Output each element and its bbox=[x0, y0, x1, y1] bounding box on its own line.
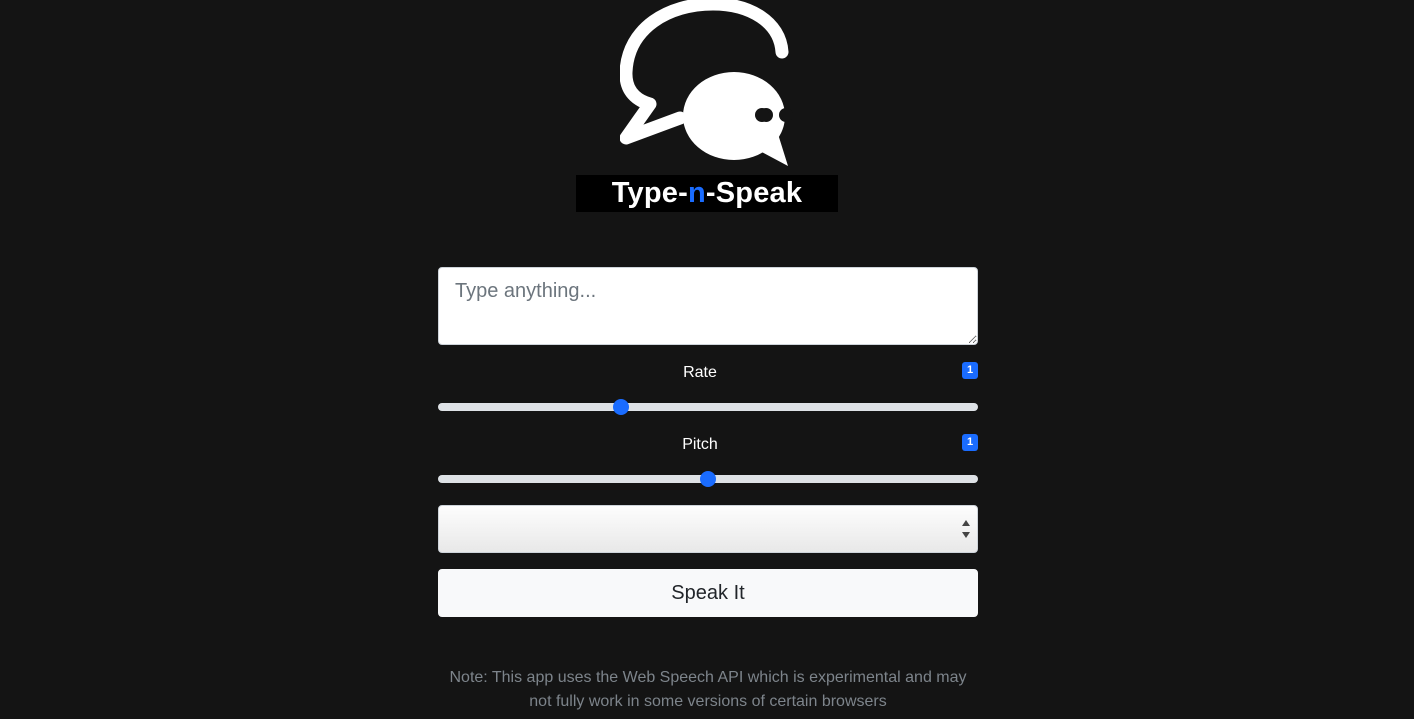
speech-bubbles-icon bbox=[620, 0, 793, 166]
browser-support-note: Note: This app uses the Web Speech API w… bbox=[449, 669, 967, 710]
voice-select[interactable] bbox=[438, 505, 978, 553]
pitch-slider-thumb[interactable] bbox=[700, 471, 716, 487]
pitch-slider[interactable] bbox=[438, 471, 978, 487]
app-title-accent: n bbox=[687, 177, 706, 209]
app-logo: Type-n-Speak bbox=[576, 0, 838, 212]
rate-slider[interactable] bbox=[438, 399, 978, 415]
speak-button[interactable]: Speak It bbox=[438, 569, 978, 617]
app-title: Type-n-Speak bbox=[576, 175, 838, 212]
pitch-value-badge: 1 bbox=[962, 434, 978, 451]
select-arrows-icon bbox=[962, 520, 970, 538]
app-title-prefix: Type- bbox=[611, 177, 688, 209]
speech-form: Rate 1 Pitch 1 Speak It bbox=[438, 267, 978, 617]
pitch-label: Pitch bbox=[682, 436, 718, 453]
app-title-suffix: -Speak bbox=[705, 177, 803, 209]
rate-slider-thumb[interactable] bbox=[612, 399, 629, 415]
rate-label: Rate bbox=[683, 364, 717, 381]
page: Type-n-Speak Rate 1 Pitch 1 Speak It Not… bbox=[0, 0, 1414, 719]
rate-value-badge: 1 bbox=[962, 362, 978, 379]
text-input[interactable] bbox=[438, 267, 978, 345]
